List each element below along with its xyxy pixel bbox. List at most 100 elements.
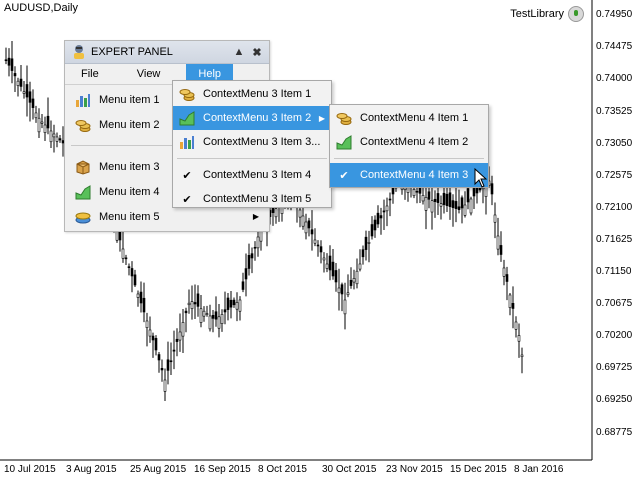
candle-body xyxy=(511,303,515,309)
ctx3-item-4[interactable]: ✔ ContextMenu 3 Item 4 xyxy=(173,163,331,187)
price-tick: 0.71625 xyxy=(596,234,633,245)
candle-body xyxy=(349,279,353,286)
panel-header[interactable]: EXPERT PANEL ▲ ✖ xyxy=(65,41,269,64)
candle-body xyxy=(325,263,329,269)
ctx4-item-3[interactable]: ✔ ContextMenu 4 Item 3 xyxy=(330,163,488,187)
candle-body xyxy=(343,299,347,315)
candle-body xyxy=(181,322,185,337)
candle-body xyxy=(337,287,341,294)
candle-body xyxy=(388,198,392,201)
candle-body xyxy=(448,192,452,207)
coins-icon xyxy=(336,110,352,126)
close-icon[interactable]: ✖ xyxy=(251,46,263,59)
candle-body xyxy=(52,133,56,138)
ctx3-item-5[interactable]: ✔ ContextMenu 3 Item 5 xyxy=(173,187,331,211)
candle-body xyxy=(178,331,182,341)
price-tick: 0.73050 xyxy=(596,138,633,149)
date-tick: 15 Dec 2015 xyxy=(450,464,507,475)
candle-body xyxy=(28,91,32,103)
disk-icon xyxy=(75,209,91,225)
candle-body xyxy=(166,359,170,371)
candle-body xyxy=(307,220,311,229)
date-tick: 23 Nov 2015 xyxy=(386,464,443,475)
date-tick: 10 Jul 2015 xyxy=(4,464,56,475)
candle-body xyxy=(220,314,224,324)
candle-body xyxy=(331,261,335,277)
candle-body xyxy=(298,209,302,218)
candle-body xyxy=(7,57,11,66)
candle-body xyxy=(130,268,134,277)
candle-body xyxy=(217,316,221,329)
candle-body xyxy=(40,121,44,124)
menu-file[interactable]: File xyxy=(69,64,111,84)
date-tick: 8 Jan 2016 xyxy=(514,464,564,475)
bar-chart-icon xyxy=(75,92,91,108)
candle-body xyxy=(379,215,383,219)
ctx3-item-3[interactable]: ContextMenu 3 Item 3... xyxy=(173,130,331,154)
ctx3-item-1[interactable]: ContextMenu 3 Item 1 xyxy=(173,82,331,106)
candle-body xyxy=(175,338,179,342)
candle-body xyxy=(199,308,203,323)
candle-body xyxy=(58,138,62,141)
price-tick: 0.69250 xyxy=(596,394,633,405)
candle-body xyxy=(229,299,233,308)
candle-body xyxy=(244,268,248,280)
candle-body xyxy=(358,263,362,270)
candle-body xyxy=(10,58,14,71)
date-tick: 8 Oct 2015 xyxy=(258,464,307,475)
candle-body xyxy=(382,210,386,213)
candle-body xyxy=(139,291,143,304)
candle-body xyxy=(133,274,137,286)
candle-body xyxy=(427,191,431,200)
candle-body xyxy=(346,292,350,296)
candle-body xyxy=(352,278,356,283)
menu-separator xyxy=(334,158,484,159)
ctx-item-label: ContextMenu 3 Item 3... xyxy=(203,136,321,148)
candle-body xyxy=(472,188,476,197)
candle-body xyxy=(469,198,473,214)
candle-body xyxy=(463,204,467,216)
candle-body xyxy=(223,309,227,313)
candle-body xyxy=(145,320,149,328)
price-tick: 0.73525 xyxy=(596,106,633,117)
candle-body xyxy=(184,310,188,314)
candle-body xyxy=(151,335,155,341)
ctx4-item-2[interactable]: ContextMenu 4 Item 2 xyxy=(330,130,488,154)
menu-separator xyxy=(177,158,327,159)
candle-body xyxy=(520,354,524,358)
candle-body xyxy=(433,198,437,202)
collapse-icon[interactable]: ▲ xyxy=(233,46,245,58)
candle-body xyxy=(34,112,38,119)
ctx3-item-2[interactable]: ContextMenu 3 Item 2 ▶ xyxy=(173,106,331,130)
date-tick: 16 Sep 2015 xyxy=(194,464,251,475)
candle-body xyxy=(253,246,257,249)
candle-body xyxy=(4,59,8,62)
candle-body xyxy=(235,302,239,310)
candle-body xyxy=(415,190,419,193)
ctx4-item-1[interactable]: ContextMenu 4 Item 1 xyxy=(330,106,488,130)
candle-body xyxy=(160,368,164,371)
candle-body xyxy=(196,293,200,307)
candle-body xyxy=(466,188,470,203)
candle-body xyxy=(19,78,23,87)
candle-body xyxy=(373,219,377,231)
candle-body xyxy=(505,274,509,282)
indicator-name: TestLibrary xyxy=(510,8,564,20)
candle-body xyxy=(508,294,512,308)
candle-body xyxy=(313,239,317,244)
menu-item-label: Menu item 5 xyxy=(99,210,160,223)
submenu-arrow-icon: ▶ xyxy=(252,212,259,221)
candle-body xyxy=(247,255,251,269)
candle-body xyxy=(31,98,35,108)
candle-body xyxy=(499,245,503,255)
candle-body xyxy=(226,297,230,310)
menu-view[interactable]: View xyxy=(125,64,173,84)
candle-body xyxy=(37,117,41,133)
candle-body xyxy=(460,197,464,209)
candle-body xyxy=(376,212,380,225)
candle-body xyxy=(232,299,236,306)
candle-body xyxy=(517,335,521,342)
price-tick: 0.69725 xyxy=(596,362,633,373)
checkmark-icon: ✔ xyxy=(339,169,349,182)
candle-body xyxy=(172,349,176,352)
